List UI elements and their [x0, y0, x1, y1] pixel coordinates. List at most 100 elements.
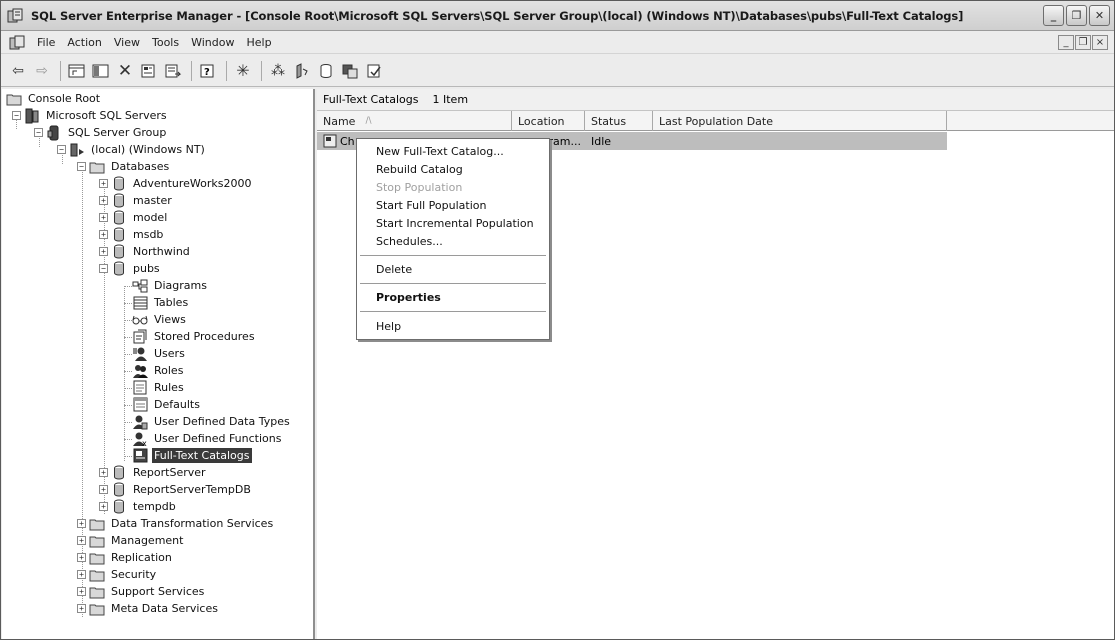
delete-icon[interactable]: ✕ — [114, 60, 136, 82]
tree-item-microsoft-sql-servers[interactable]: Microsoft SQL Servers — [24, 107, 169, 124]
restore-button[interactable]: ❐ — [1066, 5, 1087, 26]
menu-item-help[interactable]: Help — [376, 320, 401, 333]
tree-item-db-northwind[interactable]: Northwind — [111, 243, 192, 260]
menu-action[interactable]: Action — [61, 36, 107, 49]
tree-item-pubs-views[interactable]: Views — [132, 311, 188, 328]
tree-item-sql-server-group[interactable]: SQL Server Group — [46, 124, 168, 141]
details-item-count: 1 Item — [432, 93, 469, 106]
tree-item-pubs-defaults[interactable]: Defaults — [132, 396, 202, 413]
tree-item-pubs-rules[interactable]: Rules — [132, 379, 186, 396]
mdi-minimize-button[interactable]: _ — [1058, 35, 1074, 50]
server-icon[interactable] — [291, 60, 313, 82]
tree-item-db-tempdb[interactable]: tempdb — [111, 498, 178, 515]
expand-icon[interactable]: + — [99, 485, 108, 494]
app-window: SQL Server Enterprise Manager - [Console… — [0, 0, 1115, 640]
tree-item-pubs-users[interactable]: Users — [132, 345, 187, 362]
tree-item-db-model[interactable]: model — [111, 209, 169, 226]
menu-tools[interactable]: Tools — [146, 36, 185, 49]
menu-view[interactable]: View — [108, 36, 146, 49]
menu-item-delete[interactable]: Delete — [376, 263, 412, 276]
tree-item-pubs-fulltext-catalogs[interactable]: Full-Text Catalogs — [132, 447, 252, 464]
tree-item-local-server[interactable]: (local) (Windows NT) — [69, 141, 207, 158]
tree-item-db-reportservertempdb[interactable]: ReportServerTempDB — [111, 481, 253, 498]
fulltext-catalog-icon — [132, 448, 148, 464]
collapse-icon[interactable]: − — [77, 162, 86, 171]
tree-item-pubs-roles[interactable]: Roles — [132, 362, 185, 379]
console-tree[interactable]: Console Root − Microsoft SQL Servers − S… — [2, 89, 315, 639]
database-icon[interactable] — [315, 60, 337, 82]
expand-icon[interactable]: + — [99, 179, 108, 188]
tree-item-meta-data-services[interactable]: Meta Data Services — [89, 600, 220, 617]
back-icon[interactable]: ⇦ — [7, 60, 29, 82]
tree-item-db-adventureworks[interactable]: AdventureWorks2000 — [111, 175, 253, 192]
minimize-button[interactable]: _ — [1043, 5, 1064, 26]
expand-icon[interactable]: + — [99, 247, 108, 256]
tree-item-management[interactable]: Management — [89, 532, 185, 549]
column-header-last-population-date[interactable]: Last Population Date — [653, 111, 947, 131]
rule-icon — [132, 380, 148, 396]
column-header-location[interactable]: Location — [512, 111, 585, 131]
expand-icon[interactable]: + — [77, 553, 86, 562]
expand-icon[interactable]: + — [77, 587, 86, 596]
export-list-icon[interactable] — [162, 60, 184, 82]
folder-icon — [89, 567, 105, 583]
menu-item-new-fulltext-catalog[interactable]: New Full-Text Catalog... — [376, 145, 504, 158]
tree-item-pubs-udf[interactable]: x User Defined Functions — [132, 430, 283, 447]
job-icon[interactable] — [339, 60, 361, 82]
close-button[interactable]: ✕ — [1089, 5, 1110, 26]
collapse-icon[interactable]: − — [99, 264, 108, 273]
menu-help[interactable]: Help — [240, 36, 277, 49]
menu-item-rebuild-catalog[interactable]: Rebuild Catalog — [376, 163, 463, 176]
register-icon[interactable] — [363, 60, 385, 82]
row-status: Idle — [591, 134, 612, 148]
user-defined-function-icon: x — [132, 431, 148, 447]
database-icon — [111, 465, 127, 481]
collapse-icon[interactable]: − — [34, 128, 43, 137]
expand-icon[interactable]: + — [77, 519, 86, 528]
help-icon[interactable]: ? — [197, 60, 219, 82]
tree-item-console-root[interactable]: Console Root — [6, 90, 102, 107]
collapse-icon[interactable]: − — [57, 145, 66, 154]
menu-window[interactable]: Window — [185, 36, 240, 49]
menu-item-start-incremental-population[interactable]: Start Incremental Population — [376, 217, 534, 230]
tree-item-db-reportserver[interactable]: ReportServer — [111, 464, 208, 481]
mdi-restore-button[interactable]: ❐ — [1075, 35, 1091, 50]
diagram-icon — [132, 278, 148, 294]
menu-item-properties[interactable]: Properties — [376, 291, 441, 304]
tree-item-support-services[interactable]: Support Services — [89, 583, 206, 600]
tree-item-pubs-diagrams[interactable]: Diagrams — [132, 277, 209, 294]
expand-icon[interactable]: + — [77, 570, 86, 579]
show-hide-tree-icon[interactable] — [90, 60, 112, 82]
tree-item-db-msdb[interactable]: msdb — [111, 226, 165, 243]
tree-item-databases[interactable]: Databases — [89, 158, 171, 175]
collapse-icon[interactable]: − — [12, 111, 21, 120]
tree-item-dts[interactable]: Data Transformation Services — [89, 515, 275, 532]
tree-item-pubs-tables[interactable]: Tables — [132, 294, 190, 311]
new-object-icon[interactable]: ✳ — [232, 60, 254, 82]
wizard-icon[interactable]: ⁂ — [267, 60, 289, 82]
up-folder-icon[interactable] — [66, 60, 88, 82]
mdi-child-icon[interactable] — [9, 35, 25, 51]
tree-item-pubs-stored-procedures[interactable]: Stored Procedures — [132, 328, 257, 345]
enterprise-manager-app-icon[interactable] — [7, 8, 23, 24]
tree-item-pubs-udt[interactable]: User Defined Data Types — [132, 413, 292, 430]
expand-icon[interactable]: + — [99, 196, 108, 205]
expand-icon[interactable]: + — [99, 468, 108, 477]
column-header-status[interactable]: Status — [585, 111, 653, 131]
tree-item-db-pubs[interactable]: pubs — [111, 260, 162, 277]
expand-icon[interactable]: + — [99, 502, 108, 511]
mdi-close-button[interactable]: × — [1092, 35, 1108, 50]
expand-icon[interactable]: + — [99, 230, 108, 239]
column-header-name[interactable]: Name /\ — [317, 111, 512, 131]
tree-item-security[interactable]: Security — [89, 566, 158, 583]
expand-icon[interactable]: + — [77, 536, 86, 545]
forward-icon[interactable]: ⇨ — [31, 60, 53, 82]
menu-item-start-full-population[interactable]: Start Full Population — [376, 199, 486, 212]
properties-icon[interactable] — [138, 60, 160, 82]
menu-item-schedules[interactable]: Schedules... — [376, 235, 443, 248]
tree-item-replication[interactable]: Replication — [89, 549, 174, 566]
tree-item-db-master[interactable]: master — [111, 192, 174, 209]
expand-icon[interactable]: + — [99, 213, 108, 222]
menu-file[interactable]: File — [31, 36, 61, 49]
expand-icon[interactable]: + — [77, 604, 86, 613]
